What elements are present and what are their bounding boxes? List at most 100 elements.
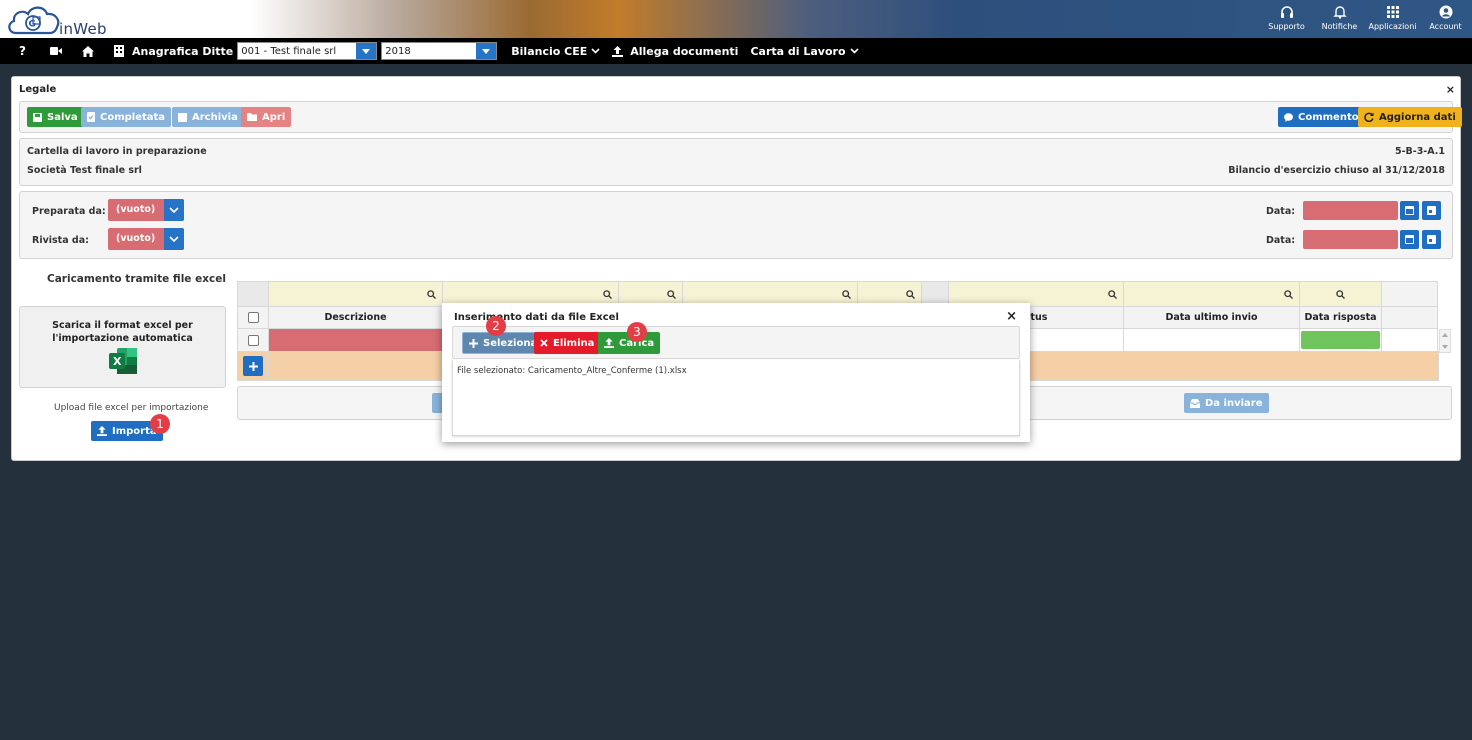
apri-button[interactable]: Apri — [241, 107, 292, 127]
modal-close-button[interactable]: × — [1006, 309, 1017, 324]
help-button[interactable]: ? — [19, 44, 26, 58]
file-info-area: File selezionato: Caricamento_Altre_Conf… — [452, 360, 1020, 436]
descrizione-cell[interactable] — [268, 328, 443, 352]
salva-label: Salva — [47, 111, 78, 123]
completata-label: Completata — [100, 111, 166, 123]
supporto-button[interactable]: Supporto — [1260, 0, 1313, 38]
bilancio-cee-menu[interactable]: Bilancio CEE — [511, 45, 600, 58]
carta-di-lavoro-menu[interactable]: Carta di Lavoro — [750, 45, 859, 58]
elimina-label: Elimina — [553, 337, 595, 349]
video-camera-icon — [49, 47, 62, 55]
account-button[interactable]: Account — [1419, 0, 1472, 38]
select-all-checkbox[interactable] — [247, 312, 259, 323]
logo-text: inWeb — [59, 20, 107, 38]
rivista-value: (vuoto) — [116, 233, 156, 244]
data-label-1: Data: — [1266, 206, 1296, 217]
plus-icon — [248, 361, 258, 371]
close-icon — [540, 339, 548, 347]
commento-label: Commento — [1298, 111, 1359, 123]
notifiche-button[interactable]: Notifiche — [1313, 0, 1366, 38]
status-text: Cartella di lavoro in preparazione — [27, 146, 207, 157]
home-button[interactable] — [81, 45, 94, 57]
seleziona-button[interactable]: Seleziona — [462, 332, 545, 354]
add-row-button[interactable] — [243, 356, 263, 376]
completata-button[interactable]: Completata — [81, 107, 172, 127]
preparata-value: (vuoto) — [116, 204, 156, 215]
inbox-icon — [1190, 398, 1200, 408]
upload-icon — [604, 338, 614, 348]
headset-icon — [1280, 6, 1293, 18]
logo[interactable]: G inWeb — [6, 3, 116, 38]
download-excel-text: Scarica il format excel per l'importazio… — [52, 320, 193, 344]
panel-close-button[interactable]: × — [1446, 83, 1455, 96]
cloud-logo-icon: G — [8, 6, 60, 35]
comment-icon — [1284, 112, 1293, 122]
da-inviare-label: Da inviare — [1205, 397, 1263, 409]
commento-button[interactable]: Commento — [1278, 107, 1365, 127]
aggiorna-dati-button[interactable]: Aggiorna dati — [1358, 107, 1462, 127]
svg-text:X: X — [113, 355, 122, 368]
search-icon — [1336, 289, 1345, 299]
filter-cell[interactable] — [1123, 281, 1300, 307]
step-badge-2: 2 — [486, 316, 506, 336]
preparata-select[interactable]: (vuoto) — [108, 199, 184, 221]
col-header-descrizione[interactable]: Descrizione — [268, 306, 443, 329]
data-preparata-field[interactable] — [1303, 201, 1398, 220]
filter-cell[interactable] — [268, 281, 443, 307]
plus-icon — [469, 338, 478, 348]
aggiorna-dati-label: Aggiorna dati — [1379, 111, 1456, 123]
anagrafica-ditte-label: Anagrafica Ditte — [131, 44, 234, 58]
company-select[interactable]: 001 - Test finale srl — [237, 42, 378, 60]
upload-icon — [97, 426, 107, 436]
panel-title: Legale — [19, 84, 57, 95]
chevron-down-icon — [591, 48, 600, 54]
row-checkbox[interactable] — [247, 334, 259, 346]
year-select[interactable]: 2018 — [381, 42, 498, 60]
grid-icon — [1386, 6, 1399, 18]
archivia-label: Archivia — [192, 111, 238, 123]
modal-toolbar: Seleziona Elimina Carica — [452, 326, 1020, 359]
anagrafica-ditte-link[interactable]: Anagrafica Ditte — [113, 44, 234, 58]
search-icon — [427, 289, 436, 299]
select-all-cell — [237, 306, 269, 329]
data-risposta-field[interactable] — [1301, 331, 1380, 349]
col-header-data-risposta[interactable]: Data risposta — [1299, 306, 1382, 329]
import-excel-modal: Inserimento dati da file Excel × Selezio… — [442, 303, 1030, 442]
account-label: Account — [1429, 22, 1462, 31]
calendar-day-icon — [1427, 235, 1436, 244]
row-select-cell — [237, 328, 269, 352]
search-icon — [842, 289, 851, 299]
search-icon — [906, 289, 915, 299]
row-empty-cell — [1381, 328, 1438, 352]
data-risposta-cell[interactable] — [1299, 328, 1382, 352]
chevron-down-icon — [476, 43, 497, 59]
calendar-button-1b[interactable] — [1422, 201, 1441, 220]
video-button[interactable] — [49, 46, 62, 56]
calendar-button-1a[interactable] — [1400, 201, 1419, 220]
grid-filter-corner — [237, 281, 269, 307]
calendar-button-2b[interactable] — [1422, 230, 1441, 249]
search-icon — [1284, 289, 1293, 299]
top-actions: Supporto Notifiche Applicazioni Account — [1260, 0, 1472, 38]
rivista-select[interactable]: (vuoto) — [108, 228, 184, 250]
col-header-data-ultimo-invio[interactable]: Data ultimo invio — [1123, 306, 1300, 329]
bilancio-cee-label: Bilancio CEE — [511, 44, 588, 58]
grid-scrollbar[interactable] — [1439, 329, 1451, 353]
da-inviare-button[interactable]: Da inviare — [1184, 393, 1269, 413]
download-excel-card[interactable]: Scarica il format excel per l'importazio… — [19, 306, 226, 388]
elimina-button[interactable]: Elimina — [534, 332, 601, 354]
calendar-button-2a[interactable] — [1400, 230, 1419, 249]
chevron-down-icon — [164, 228, 184, 250]
company-select-value: 001 - Test finale srl — [241, 45, 337, 57]
step-badge-1: 1 — [150, 414, 170, 434]
data-rivista-field[interactable] — [1303, 230, 1398, 249]
search-icon — [1108, 289, 1117, 299]
salva-button[interactable]: Salva — [27, 107, 84, 127]
archivia-button[interactable]: Archivia — [172, 107, 244, 127]
col-header-empty — [1381, 306, 1438, 329]
selected-file-text: File selezionato: Caricamento_Altre_Conf… — [457, 366, 687, 376]
applicazioni-button[interactable]: Applicazioni — [1366, 0, 1419, 38]
filter-cell[interactable] — [1299, 281, 1382, 307]
calendar-day-icon — [1427, 206, 1436, 215]
allega-documenti-link[interactable]: Allega documenti — [612, 45, 738, 58]
